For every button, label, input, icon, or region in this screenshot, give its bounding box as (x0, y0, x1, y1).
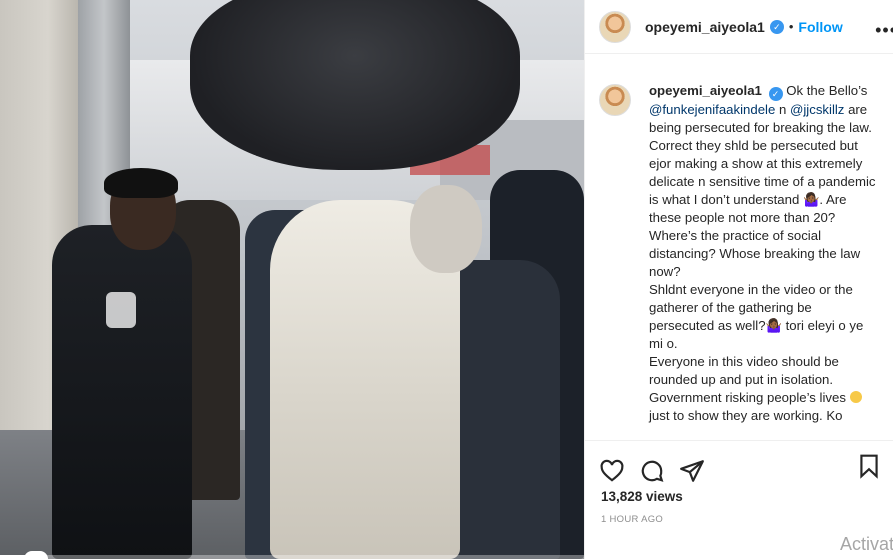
video-scrub-handle[interactable] (24, 551, 48, 559)
comment-icon[interactable] (639, 458, 665, 484)
caption-line: Everyone in this video should be rounded… (649, 354, 846, 405)
heart-icon[interactable] (599, 458, 625, 484)
caption-username[interactable]: opeyemi_aiyeola1 (649, 83, 762, 98)
mention-link[interactable]: @funkejenifaakindele (649, 102, 775, 117)
caption-avatar[interactable] (599, 84, 631, 116)
video-frame-officer-badge (106, 292, 136, 328)
caption-line: are being persecuted for breaking the la… (649, 102, 876, 225)
post-actions: 13,828 views 1 HOUR AGO Activat (585, 440, 893, 559)
comments-section[interactable]: opeyemi_aiyeola1 ✓ Ok the Bello’s @funke… (585, 54, 893, 440)
header-username[interactable]: opeyemi_aiyeola1 (645, 19, 765, 35)
avatar[interactable] (599, 10, 631, 43)
more-options-icon[interactable]: ••• (875, 20, 893, 41)
post-side-panel: opeyemi_aiyeola1 ✓ • Follow ••• opeyemi_… (584, 0, 893, 559)
bookmark-icon[interactable] (856, 453, 882, 479)
separator-dot: • (788, 19, 794, 34)
video-frame-umbrella (190, 0, 520, 170)
video-progress-bar[interactable] (0, 555, 584, 559)
video-player[interactable] (0, 0, 584, 559)
caption-line: Ok the Bello’s (782, 83, 868, 98)
caption: opeyemi_aiyeola1 ✓ Ok the Bello’s @funke… (599, 82, 880, 425)
caption-text: opeyemi_aiyeola1 ✓ Ok the Bello’s @funke… (649, 82, 880, 425)
video-frame-officer (52, 225, 192, 559)
caption-line: Shldnt everyone in the video or the gath… (649, 282, 864, 351)
post-header: opeyemi_aiyeola1 ✓ • Follow ••• (585, 0, 893, 54)
caption-line-group: Everyone in this video should be rounded… (649, 353, 880, 407)
verified-badge-icon: ✓ (769, 19, 784, 34)
action-icons (585, 441, 893, 491)
activate-watermark: Activat (839, 534, 893, 554)
view-count[interactable]: 13,828 views (585, 489, 893, 504)
share-icon[interactable] (679, 458, 705, 484)
video-frame-beret (104, 168, 178, 198)
follow-button[interactable]: Follow (798, 19, 842, 35)
caption-line: just to show they are working. Ko (649, 408, 843, 423)
verified-badge-icon: ✓ (768, 87, 783, 101)
mention-link[interactable]: @jjcskillz (790, 102, 844, 117)
post-timestamp: 1 HOUR AGO (601, 514, 664, 525)
video-frame-old-man (410, 185, 482, 273)
caption-line: Where’s the practice of social distancin… (649, 228, 861, 279)
grinning-emoji-icon (849, 391, 862, 403)
caption-line: n (775, 102, 790, 117)
